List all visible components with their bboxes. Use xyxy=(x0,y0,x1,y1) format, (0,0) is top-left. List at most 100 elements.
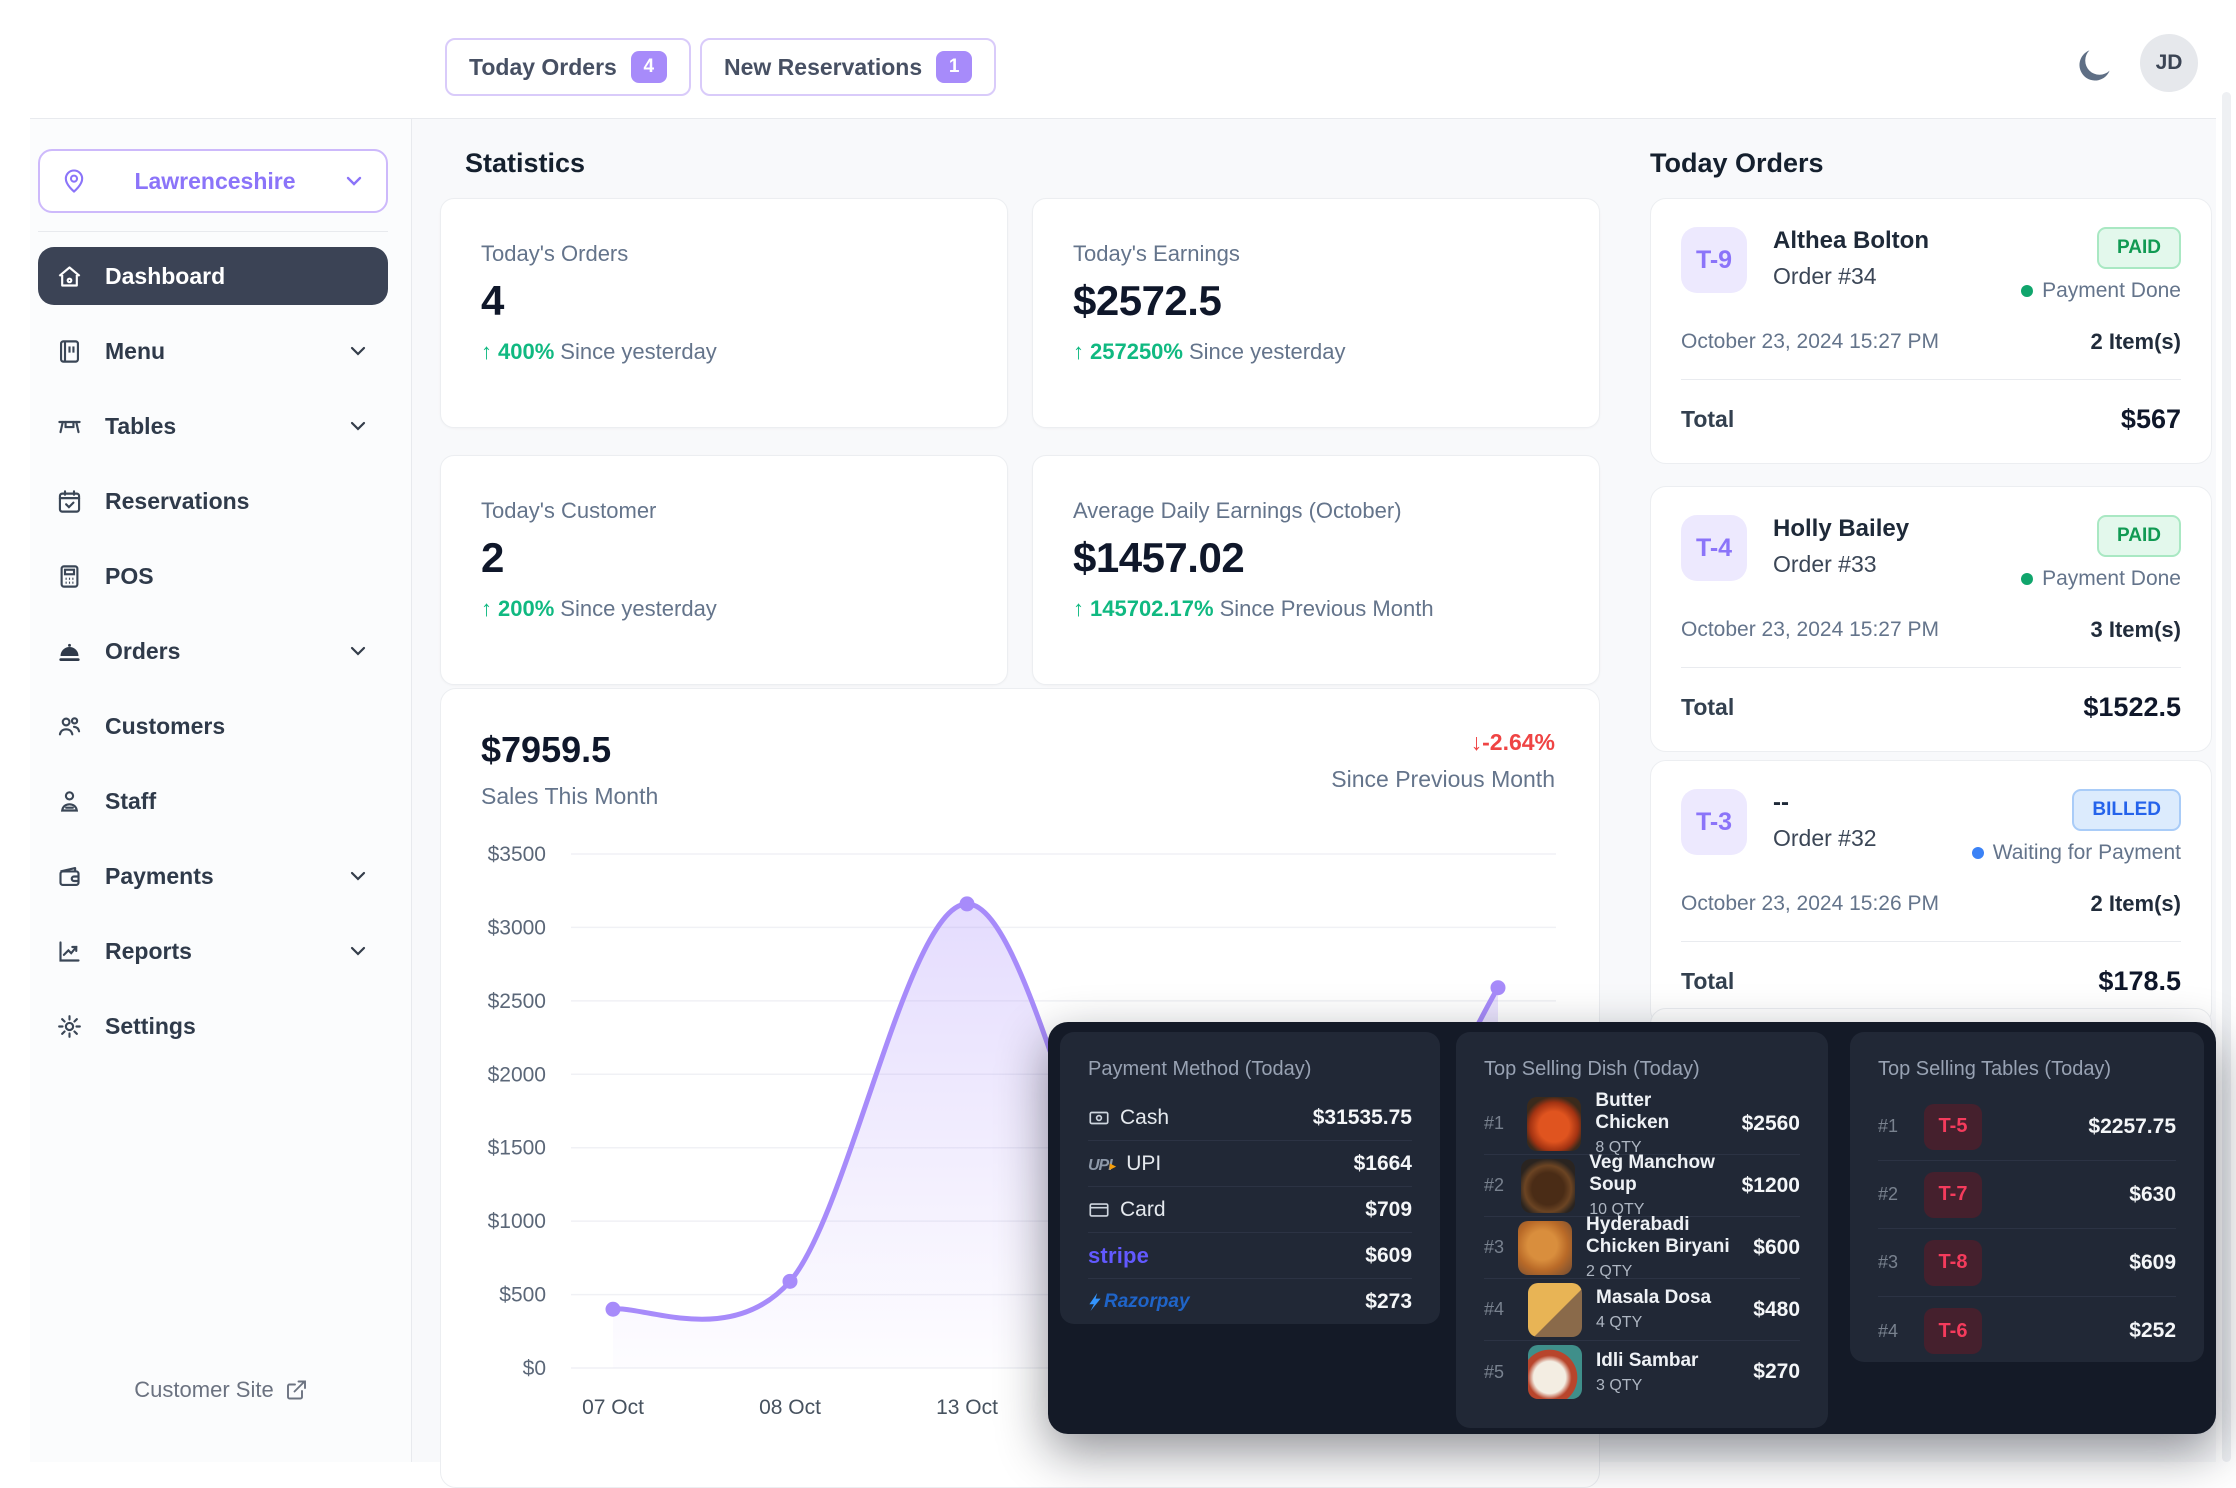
sidebar-nav: Dashboard Menu Tables Reservations xyxy=(38,247,388,1055)
table-rank: #2 xyxy=(1878,1184,1908,1205)
dish-row: #3 Hyderabadi Chicken Biryani 2 QTY $600 xyxy=(1484,1217,1800,1279)
sidebar-item-label: Dashboard xyxy=(105,263,370,290)
stat-label: Average Daily Earnings (October) xyxy=(1073,498,1559,524)
stat-value: $2572.5 xyxy=(1073,277,1559,325)
table-badge: T-8 xyxy=(1924,1240,1982,1286)
customer-name: Holly Bailey xyxy=(1773,515,1909,543)
dish-qty: 3 QTY xyxy=(1596,1377,1698,1395)
svg-text:$3500: $3500 xyxy=(488,843,546,866)
dish-row: #2 Veg Manchow Soup 10 QTY $1200 xyxy=(1484,1155,1800,1217)
status-dot xyxy=(1972,847,1984,859)
svg-text:13 Oct: 13 Oct xyxy=(936,1396,998,1419)
payment-method-value: $609 xyxy=(1365,1244,1412,1268)
moon-icon xyxy=(2072,44,2116,88)
table-row: #2 T-7 $630 xyxy=(1878,1161,2176,1229)
dish-image xyxy=(1527,1097,1581,1151)
sidebar-item-reservations[interactable]: Reservations xyxy=(38,472,388,530)
sidebar-item-payments[interactable]: Payments xyxy=(38,847,388,905)
sidebar-divider xyxy=(38,231,388,232)
sidebar-item-label: Tables xyxy=(105,413,324,440)
stat-delta-percent: 257250% xyxy=(1090,339,1183,365)
sidebar-item-reports[interactable]: Reports xyxy=(38,922,388,980)
dish-qty: 2 QTY xyxy=(1586,1263,1739,1281)
order-card-34[interactable]: T-9 Althea Bolton Order #34 PAID Payment… xyxy=(1650,198,2212,464)
payment-row-cash: Cash $31535.75 xyxy=(1088,1095,1412,1141)
user-avatar[interactable]: JD xyxy=(2140,34,2198,92)
stripe-logo: stripe xyxy=(1088,1243,1149,1269)
svg-text:$3000: $3000 xyxy=(488,916,546,939)
customer-site-link[interactable]: Customer Site xyxy=(30,1377,412,1403)
dish-image xyxy=(1528,1283,1582,1337)
table-value: $630 xyxy=(2129,1183,2176,1207)
sidebar-item-tables[interactable]: Tables xyxy=(38,397,388,455)
chart-y-axis-labels: $0$500$1000$1500$2000$2500$3000$3500 xyxy=(488,843,546,1380)
dish-value: $270 xyxy=(1753,1360,1800,1384)
chevron-down-icon xyxy=(346,414,370,438)
sidebar-item-pos[interactable]: POS xyxy=(38,547,388,605)
sidebar-item-dashboard[interactable]: Dashboard xyxy=(38,247,388,305)
dish-row: #4 Masala Dosa 4 QTY $480 xyxy=(1484,1279,1800,1341)
external-link-icon xyxy=(284,1378,308,1402)
table-row: #3 T-8 $609 xyxy=(1878,1229,2176,1297)
payment-method-label: UPI xyxy=(1126,1152,1161,1176)
dish-row: #5 Idli Sambar 3 QTY $270 xyxy=(1484,1341,1800,1403)
table-rank: #1 xyxy=(1878,1116,1908,1137)
stat-delta-suffix: Since yesterday xyxy=(560,596,717,622)
dish-value: $1200 xyxy=(1742,1174,1800,1198)
users-icon xyxy=(56,713,83,740)
top-selling-dish-panel: Top Selling Dish (Today) #1 Butter Chick… xyxy=(1456,1032,1828,1428)
table-value: $609 xyxy=(2129,1251,2176,1275)
sidebar-item-label: Reports xyxy=(105,938,324,965)
order-datetime: October 23, 2024 15:26 PM xyxy=(1681,892,1939,916)
svg-text:07 Oct: 07 Oct xyxy=(582,1396,644,1419)
sidebar-item-customers[interactable]: Customers xyxy=(38,697,388,755)
order-number: Order #34 xyxy=(1773,263,1929,290)
sidebar-item-label: POS xyxy=(105,563,370,590)
page-scrollbar[interactable] xyxy=(2222,92,2231,1462)
total-label: Total xyxy=(1681,406,1734,433)
sidebar-item-orders[interactable]: Orders xyxy=(38,622,388,680)
wallet-icon xyxy=(56,863,83,890)
statistics-heading: Statistics xyxy=(465,148,585,179)
sidebar-item-settings[interactable]: Settings xyxy=(38,997,388,1055)
dish-value: $480 xyxy=(1753,1298,1800,1322)
stat-card-todays-customer: Today's Customer 2 ↑ 200% Since yesterda… xyxy=(440,455,1008,685)
today-orders-count-badge: 4 xyxy=(631,51,667,83)
sales-delta: ↓-2.64% Since Previous Month xyxy=(1331,729,1555,793)
order-card-33[interactable]: T-4 Holly Bailey Order #33 PAID Payment … xyxy=(1650,486,2212,752)
dish-rank: #2 xyxy=(1484,1175,1507,1196)
sidebar-item-menu[interactable]: Menu xyxy=(38,322,388,380)
table-row: #4 T-6 $252 xyxy=(1878,1297,2176,1365)
stat-delta-percent: 400% xyxy=(498,339,554,365)
table-row: #1 T-5 $2257.75 xyxy=(1878,1093,2176,1161)
payment-status-text: Waiting for Payment xyxy=(1993,841,2181,865)
payment-method-value: $1664 xyxy=(1354,1152,1412,1176)
dark-mode-toggle[interactable] xyxy=(2072,44,2116,88)
order-card-32[interactable]: T-3 -- Order #32 BILLED Waiting for Paym… xyxy=(1650,760,2212,1026)
dish-rank: #4 xyxy=(1484,1299,1514,1320)
table-badge: T-7 xyxy=(1924,1172,1982,1218)
dish-name: Butter Chicken xyxy=(1595,1090,1727,1134)
sidebar-item-label: Staff xyxy=(105,788,370,815)
new-reservations-button[interactable]: New Reservations 1 xyxy=(700,38,996,96)
svg-text:$1500: $1500 xyxy=(488,1137,546,1160)
card-divider xyxy=(1681,941,2181,942)
sidebar-item-staff[interactable]: Staff xyxy=(38,772,388,830)
stat-delta-percent: 145702.17% xyxy=(1090,596,1214,622)
stat-delta: ↑ 400% Since yesterday xyxy=(481,339,967,365)
upi-logo: UPI▸ xyxy=(1088,1152,1116,1176)
dish-rank: #5 xyxy=(1484,1362,1514,1383)
staff-icon xyxy=(56,788,83,815)
location-selector[interactable]: Lawrenceshire xyxy=(38,149,388,213)
today-orders-button[interactable]: Today Orders 4 xyxy=(445,38,691,96)
up-arrow-icon: ↑ xyxy=(481,596,492,622)
card-divider xyxy=(1681,379,2181,380)
stat-label: Today's Earnings xyxy=(1073,241,1559,267)
dish-row: #1 Butter Chicken 8 QTY $2560 xyxy=(1484,1093,1800,1155)
payment-row-upi: UPI▸ UPI $1664 xyxy=(1088,1141,1412,1187)
total-label: Total xyxy=(1681,968,1734,995)
total-label: Total xyxy=(1681,694,1734,721)
sidebar-item-label: Orders xyxy=(105,638,324,665)
insights-overlay: Payment Method (Today) Cash $31535.75 UP… xyxy=(1048,1022,2216,1434)
table-badge: T-3 xyxy=(1681,789,1747,855)
